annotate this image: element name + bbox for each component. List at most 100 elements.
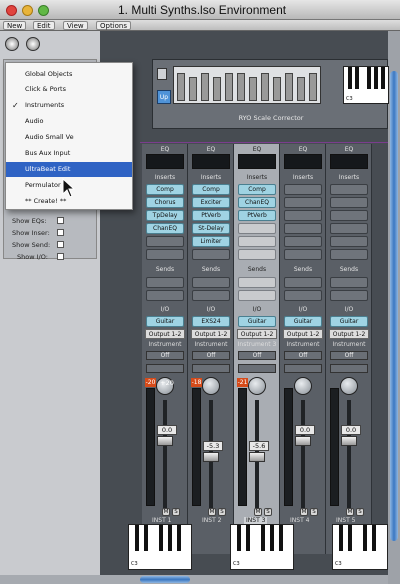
scale-toggle[interactable] xyxy=(157,68,167,80)
instrument-keyboard[interactable]: C3 xyxy=(230,524,294,570)
send-slot[interactable] xyxy=(238,277,276,288)
volume-fader[interactable] xyxy=(295,436,311,446)
mute-button[interactable]: M xyxy=(254,508,262,516)
up-button[interactable]: Up xyxy=(157,90,171,104)
solo-button[interactable]: S xyxy=(218,508,226,516)
insert-slot[interactable] xyxy=(192,249,230,260)
input-slot[interactable]: Guitar xyxy=(238,316,276,327)
close-window-button[interactable] xyxy=(6,5,17,16)
insert-slot[interactable] xyxy=(146,236,184,247)
solo-button[interactable]: S xyxy=(310,508,318,516)
send-slot[interactable] xyxy=(330,290,368,301)
input-slot[interactable]: EXS24 xyxy=(192,316,230,327)
group-button[interactable] xyxy=(192,364,230,373)
insert-slot[interactable] xyxy=(238,249,276,260)
group-button[interactable] xyxy=(330,364,368,373)
scale-keys[interactable] xyxy=(173,66,321,104)
insert-slot[interactable]: Comp xyxy=(238,184,276,195)
insert-slot[interactable] xyxy=(146,249,184,260)
send-slot[interactable] xyxy=(192,290,230,301)
send-slot[interactable] xyxy=(238,290,276,301)
eq-display[interactable] xyxy=(238,154,276,169)
mute-button[interactable]: M xyxy=(346,508,354,516)
insert-slot[interactable]: Comp xyxy=(146,184,184,195)
group-button[interactable] xyxy=(238,364,276,373)
insert-slot[interactable]: ChanEQ xyxy=(146,223,184,234)
pan-knob[interactable] xyxy=(340,377,358,395)
inspector-icon[interactable] xyxy=(26,37,40,51)
insert-slot[interactable] xyxy=(238,236,276,247)
mute-button[interactable]: M xyxy=(208,508,216,516)
menu-item-ultrabeat-edit[interactable]: UltraBeat Edit xyxy=(6,162,132,177)
pan-knob[interactable] xyxy=(202,377,220,395)
insert-slot[interactable]: Comp xyxy=(192,184,230,195)
send-slot[interactable] xyxy=(192,277,230,288)
send-slot[interactable] xyxy=(146,277,184,288)
eq-display[interactable] xyxy=(146,154,184,169)
output-slot[interactable]: Output 1-2 xyxy=(191,329,231,339)
send-slot[interactable] xyxy=(330,277,368,288)
volume-fader[interactable] xyxy=(249,452,265,462)
new-menu[interactable]: New xyxy=(3,21,27,30)
solo-button[interactable]: S xyxy=(356,508,364,516)
pan-knob[interactable] xyxy=(294,377,312,395)
insert-slot[interactable] xyxy=(330,184,368,195)
automation-off-button[interactable]: Off xyxy=(192,351,230,360)
input-slot[interactable]: Guitar xyxy=(284,316,322,327)
insert-slot[interactable] xyxy=(284,223,322,234)
view-menu[interactable]: View xyxy=(63,21,88,30)
vertical-scrollbar[interactable] xyxy=(388,31,400,584)
link-icon[interactable] xyxy=(5,37,19,51)
send-slot[interactable] xyxy=(284,277,322,288)
show-io-checkbox[interactable] xyxy=(57,253,64,260)
vertical-scroll-thumb[interactable] xyxy=(390,71,398,541)
insert-slot[interactable]: Exciter xyxy=(192,197,230,208)
instrument-keyboard[interactable]: C3 xyxy=(128,524,192,570)
show-inserts-checkbox[interactable] xyxy=(57,229,64,236)
insert-slot[interactable] xyxy=(284,197,322,208)
send-slot[interactable] xyxy=(146,290,184,301)
output-slot[interactable]: Output 1-2 xyxy=(329,329,369,339)
automation-off-button[interactable]: Off xyxy=(146,351,184,360)
eq-display[interactable] xyxy=(330,154,368,169)
input-slot[interactable]: Guitar xyxy=(330,316,368,327)
menu-item-bus-aux-input[interactable]: Bus Aux Input xyxy=(6,146,132,161)
automation-off-button[interactable]: Off xyxy=(238,351,276,360)
insert-slot[interactable]: TpDelay xyxy=(146,210,184,221)
menu-item-audio[interactable]: Audio xyxy=(6,114,132,129)
insert-slot[interactable] xyxy=(330,197,368,208)
solo-button[interactable]: S xyxy=(172,508,180,516)
insert-slot[interactable] xyxy=(284,184,322,195)
insert-slot[interactable]: Chorus xyxy=(146,197,184,208)
output-slot[interactable]: Output 1-2 xyxy=(237,329,277,339)
scale-keyboard[interactable]: C3 xyxy=(343,66,389,104)
edit-menu[interactable]: Edit xyxy=(33,21,55,30)
input-slot[interactable]: Guitar xyxy=(146,316,184,327)
show-eqs-checkbox[interactable] xyxy=(57,217,64,224)
menu-item-audio-small[interactable]: Audio Small Ve xyxy=(6,130,132,145)
menu-item-global-objects[interactable]: Global Objects xyxy=(6,67,132,82)
options-menu[interactable]: Options xyxy=(96,21,132,30)
insert-slot[interactable] xyxy=(284,249,322,260)
automation-off-button[interactable]: Off xyxy=(330,351,368,360)
insert-slot[interactable] xyxy=(330,210,368,221)
volume-fader[interactable] xyxy=(157,436,173,446)
insert-slot[interactable] xyxy=(238,223,276,234)
eq-display[interactable] xyxy=(192,154,230,169)
instrument-keyboard[interactable]: C3 xyxy=(332,524,388,570)
mute-button[interactable]: M xyxy=(162,508,170,516)
zoom-window-button[interactable] xyxy=(38,5,49,16)
pan-knob[interactable] xyxy=(248,377,266,395)
output-slot[interactable]: Output 1-2 xyxy=(145,329,185,339)
insert-slot[interactable] xyxy=(284,210,322,221)
group-button[interactable] xyxy=(146,364,184,373)
horizontal-scrollbar[interactable] xyxy=(0,575,388,584)
insert-slot[interactable]: PtVerb xyxy=(192,210,230,221)
solo-button[interactable]: S xyxy=(264,508,272,516)
insert-slot[interactable]: ChanEQ xyxy=(238,197,276,208)
eq-display[interactable] xyxy=(284,154,322,169)
group-button[interactable] xyxy=(284,364,322,373)
mute-button[interactable]: M xyxy=(300,508,308,516)
minimize-window-button[interactable] xyxy=(22,5,33,16)
show-sends-checkbox[interactable] xyxy=(57,241,64,248)
